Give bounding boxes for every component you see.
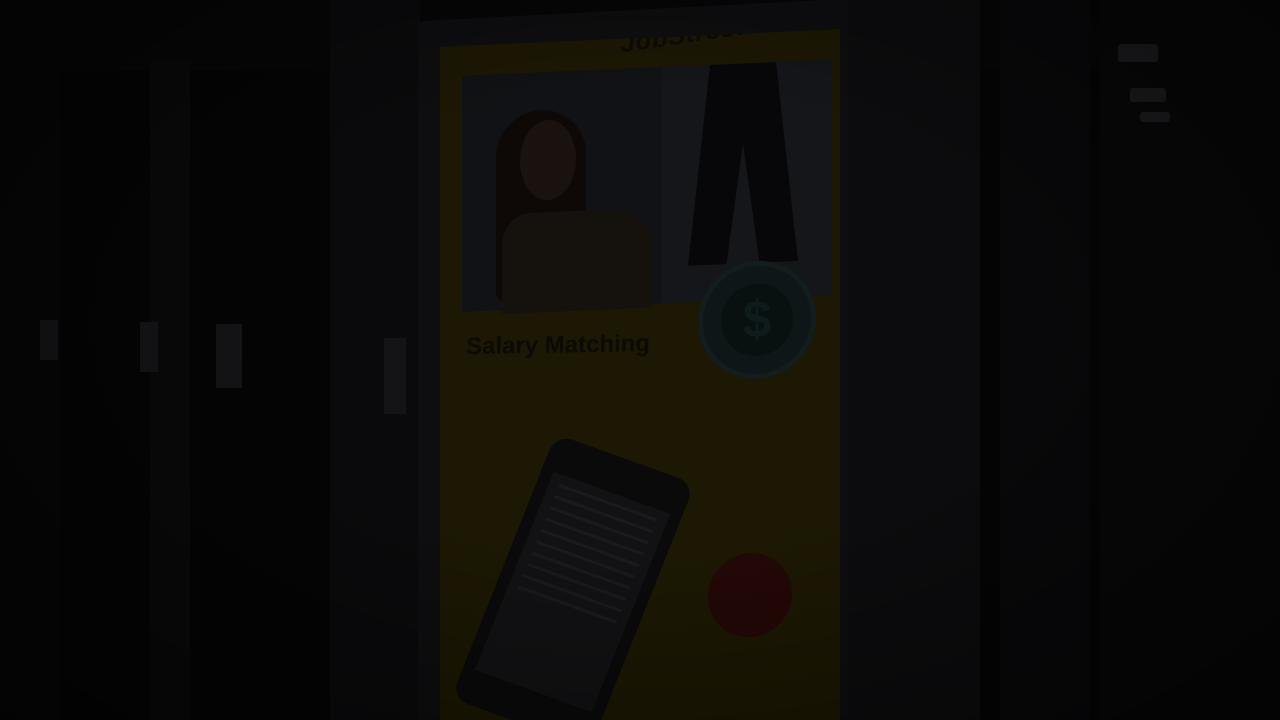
- wall-sign: [40, 320, 58, 360]
- dollar-icon: $: [721, 282, 793, 358]
- station-scene: JobStreet.com $ Salary Matching: [0, 0, 1280, 720]
- ceiling-light: [1130, 88, 1166, 102]
- phone-screen: [474, 471, 671, 712]
- pillar: [1000, 0, 1090, 720]
- smartphone-image: [451, 433, 695, 720]
- promo-badge: [703, 550, 797, 640]
- pillar: [330, 0, 420, 720]
- poster-subline: [466, 366, 656, 369]
- advertisement-poster: JobStreet.com $ Salary Matching: [440, 29, 840, 720]
- wall-sign: [140, 322, 158, 372]
- pillar: [840, 0, 980, 720]
- pillar-left: [0, 0, 60, 720]
- ceiling-light: [1140, 112, 1170, 122]
- wall-sign: [216, 324, 242, 388]
- pillar: [150, 60, 190, 720]
- woman-figure: [502, 207, 652, 315]
- wall-sign: [384, 338, 406, 414]
- pillar-right: [1100, 0, 1280, 720]
- poster-headline: Salary Matching: [465, 329, 651, 361]
- ceiling-light: [1118, 44, 1158, 62]
